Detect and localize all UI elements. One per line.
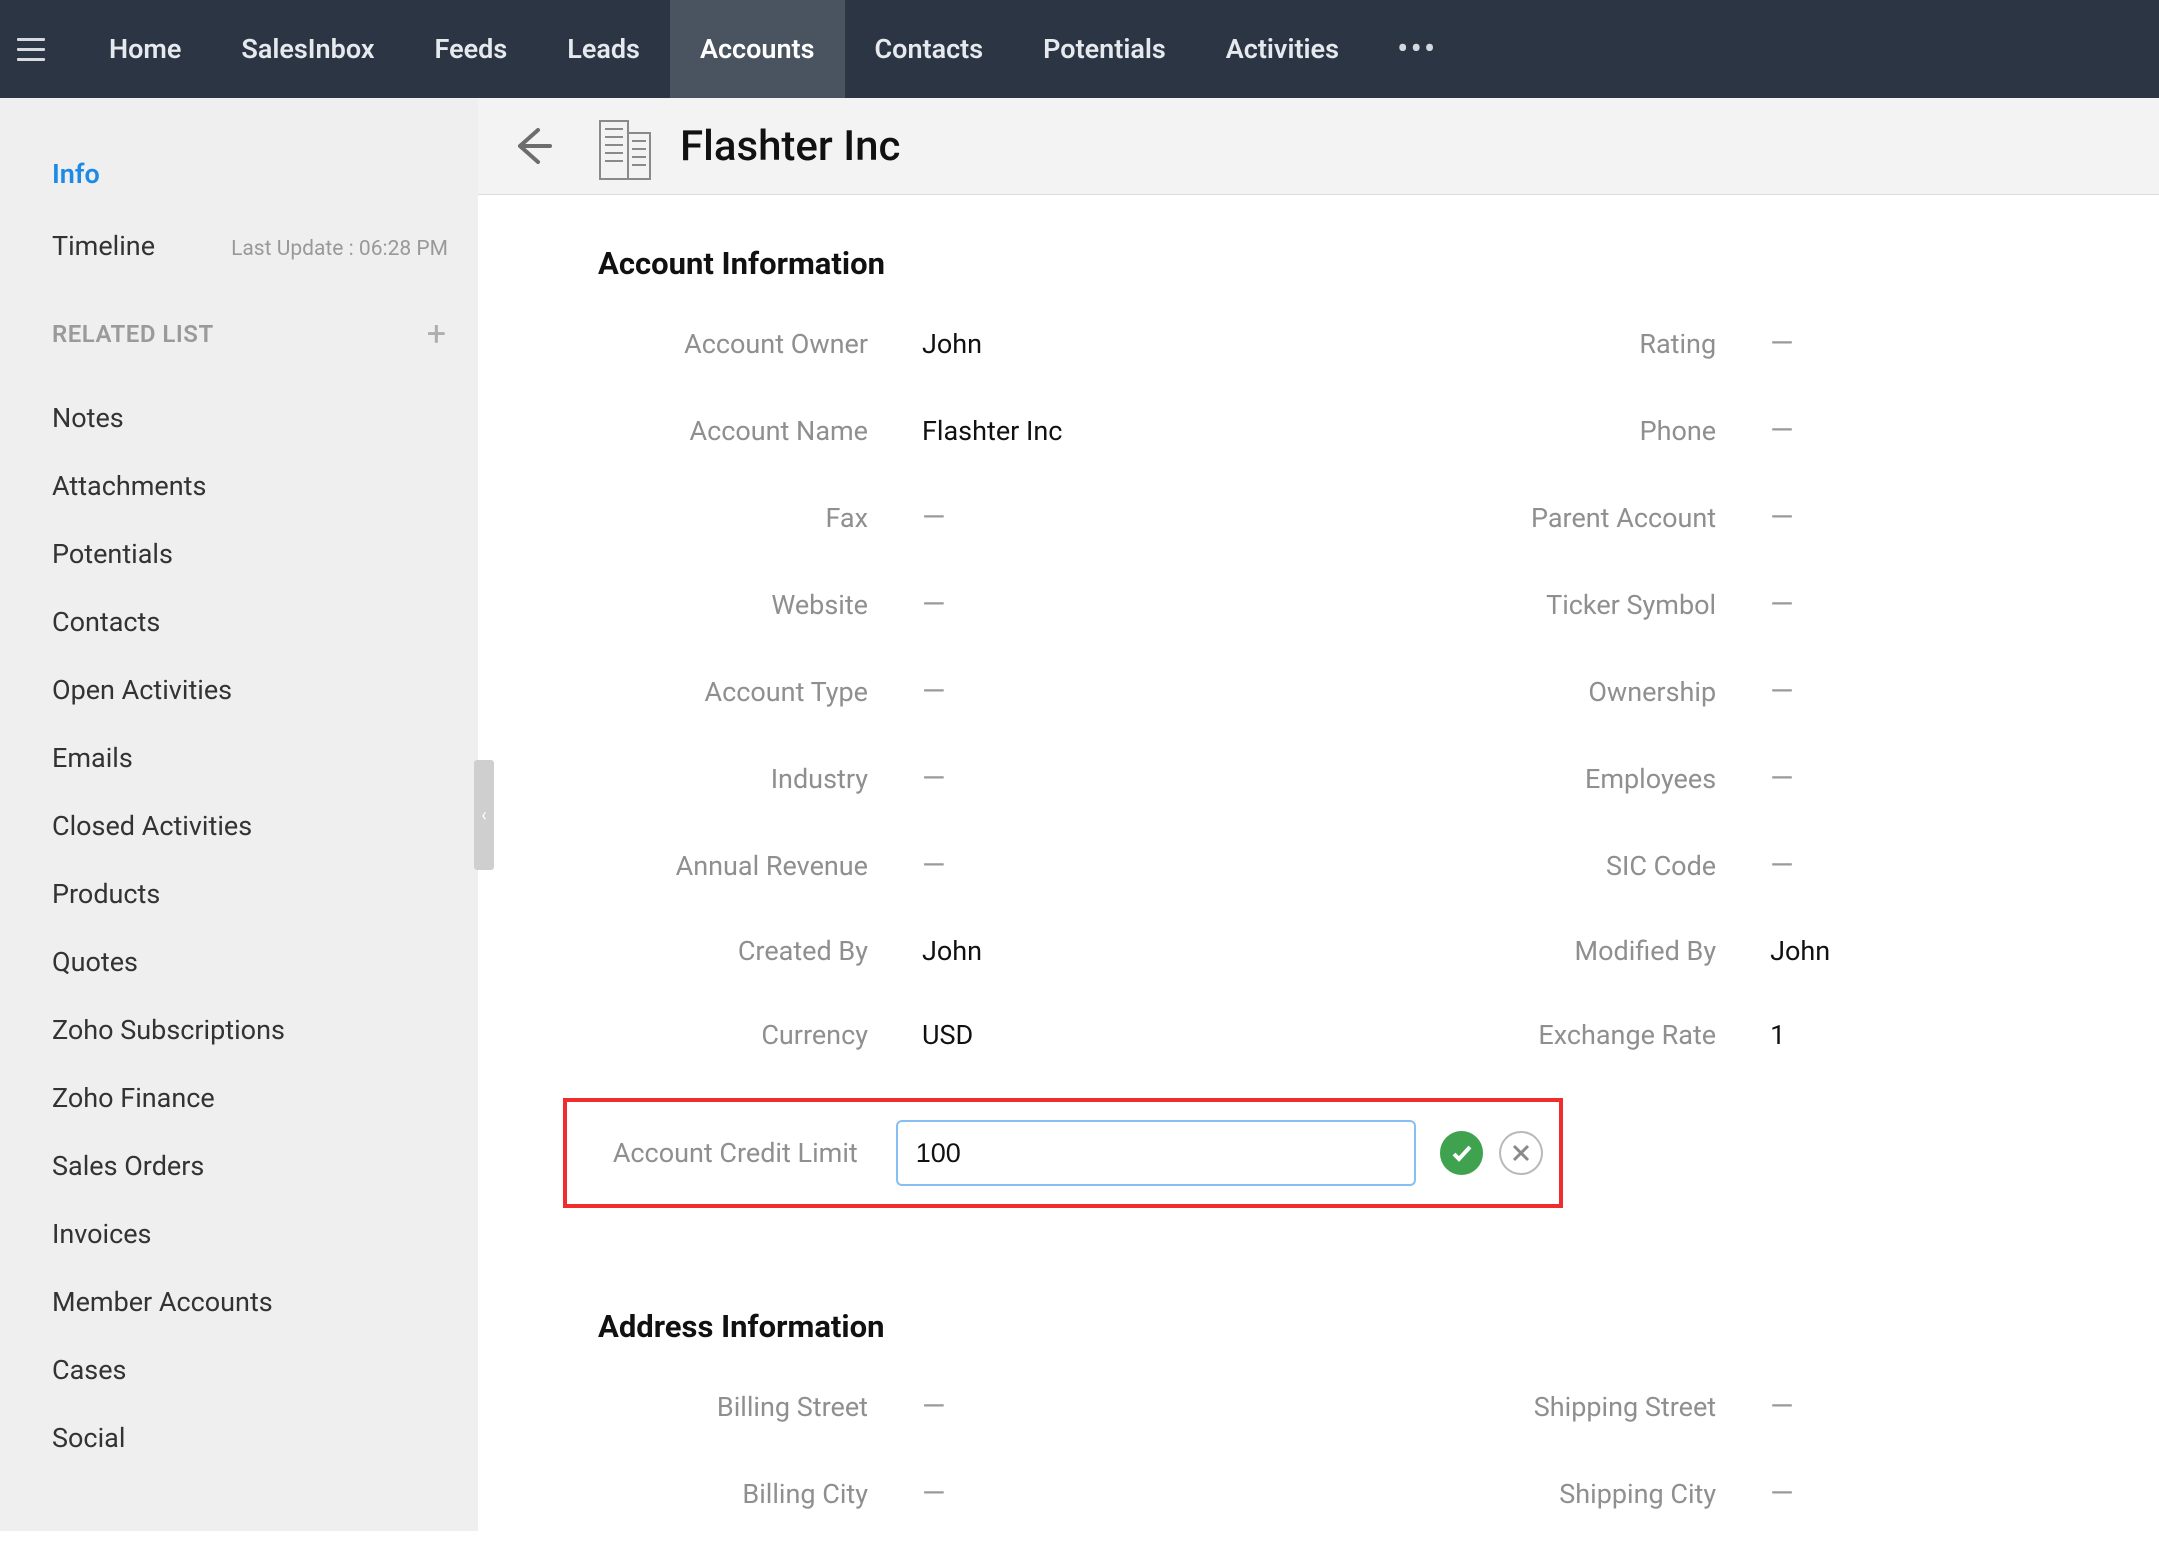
back-arrow-icon[interactable] [510,124,554,168]
detail-panel: Account Information Account Owner John R… [478,195,2159,1531]
sidebar-item-contacts[interactable]: Contacts [52,588,458,656]
label-shipping-city: Shipping City [1376,1478,1716,1510]
value-sic-code[interactable]: — [1770,848,1793,883]
sidebar-item-zoho-subscriptions[interactable]: Zoho Subscriptions [52,996,458,1064]
label-created-by: Created By [598,935,868,967]
address-info-grid: Billing Street — Shipping Street — Billi… [598,1389,2039,1563]
value-account-owner[interactable]: John [922,328,982,360]
sidebar-item-open-activities[interactable]: Open Activities [52,656,458,724]
label-shipping-street: Shipping Street [1376,1391,1716,1423]
related-list-header: RELATED LIST [52,320,214,348]
label-rating: Rating [1376,328,1716,360]
value-shipping-street[interactable]: — [1770,1389,1793,1424]
value-shipping-city[interactable]: — [1770,1476,1793,1511]
label-employees: Employees [1376,763,1716,795]
nav-contacts[interactable]: Contacts [845,0,1014,98]
label-sic-code: SIC Code [1376,850,1716,882]
value-employees[interactable]: — [1770,761,1793,796]
sidebar-item-attachments[interactable]: Attachments [52,452,458,520]
label-account-name: Account Name [598,415,868,447]
confirm-edit-button[interactable] [1440,1131,1483,1175]
label-annual-revenue: Annual Revenue [598,850,868,882]
label-parent-account: Parent Account [1376,502,1716,534]
sidebar-item-member-accounts[interactable]: Member Accounts [52,1268,458,1336]
label-exchange-rate: Exchange Rate [1376,1019,1716,1051]
nav-feeds[interactable]: Feeds [405,0,538,98]
label-billing-city: Billing City [598,1478,868,1510]
label-ticker-symbol: Ticker Symbol [1376,589,1716,621]
nav-home[interactable]: Home [79,0,211,98]
nav-more-icon[interactable]: ••• [1369,0,1465,98]
value-industry[interactable]: — [922,761,945,796]
sidebar-item-quotes[interactable]: Quotes [52,928,458,996]
value-account-type[interactable]: — [922,674,945,709]
value-annual-revenue[interactable]: — [922,848,945,883]
nav-accounts[interactable]: Accounts [670,0,845,98]
sidebar-item-invoices[interactable]: Invoices [52,1200,458,1268]
nav-salesinbox[interactable]: SalesInbox [211,0,404,98]
sidebar-item-cases[interactable]: Cases [52,1336,458,1404]
credit-limit-edit-row: Account Credit Limit [563,1098,1563,1208]
label-fax: Fax [598,502,868,534]
value-phone[interactable]: — [1770,413,1793,448]
sidebar-item-sales-orders[interactable]: Sales Orders [52,1132,458,1200]
sidebar-item-zoho-finance[interactable]: Zoho Finance [52,1064,458,1132]
nav-activities[interactable]: Activities [1196,0,1369,98]
label-currency: Currency [598,1019,868,1051]
label-website: Website [598,589,868,621]
section-title-address-info: Address Information [598,1308,2039,1345]
sidebar-item-notes[interactable]: Notes [52,384,458,452]
cancel-edit-button[interactable] [1499,1131,1543,1175]
sidebar-collapse-handle[interactable]: ‹ [474,760,494,870]
sidebar-item-products[interactable]: Products [52,860,458,928]
page-title: Flashter Inc [680,122,900,171]
label-modified-by: Modified By [1376,935,1716,967]
label-account-owner: Account Owner [598,328,868,360]
label-account-type: Account Type [598,676,868,708]
value-created-by[interactable]: John [922,935,982,967]
account-info-grid: Account Owner John Rating — Account Name… [598,326,2039,1103]
value-exchange-rate[interactable]: 1 [1770,1019,1785,1051]
sidebar-tab-info[interactable]: Info [52,158,458,190]
value-account-name[interactable]: Flashter Inc [922,415,1062,447]
label-account-credit-limit: Account Credit Limit [583,1137,858,1169]
top-nav: Home SalesInbox Feeds Leads Accounts Con… [0,0,2159,98]
sidebar-item-social[interactable]: Social [52,1404,458,1472]
hamburger-menu-icon[interactable] [17,33,49,65]
value-billing-street[interactable]: — [922,1389,945,1424]
value-rating[interactable]: — [1770,326,1793,361]
nav-potentials[interactable]: Potentials [1013,0,1196,98]
label-phone: Phone [1376,415,1716,447]
value-fax[interactable]: — [922,500,945,535]
label-ownership: Ownership [1376,676,1716,708]
value-billing-city[interactable]: — [922,1476,945,1511]
section-title-account-info: Account Information [598,245,2039,282]
value-website[interactable]: — [922,587,945,622]
account-credit-limit-input[interactable] [896,1120,1416,1186]
sidebar-item-potentials[interactable]: Potentials [52,520,458,588]
value-modified-by[interactable]: John [1770,935,1830,967]
value-parent-account[interactable]: — [1770,500,1793,535]
add-related-list-icon[interactable]: + [427,314,446,354]
account-building-icon [596,111,654,181]
value-ticker-symbol[interactable]: — [1770,587,1793,622]
label-billing-street: Billing Street [598,1391,868,1423]
sidebar-item-closed-activities[interactable]: Closed Activities [52,792,458,860]
value-ownership[interactable]: — [1770,674,1793,709]
value-currency[interactable]: USD [922,1019,973,1051]
label-industry: Industry [598,763,868,795]
left-sidebar: Info Timeline Last Update : 06:28 PM REL… [0,98,478,1531]
nav-leads[interactable]: Leads [537,0,670,98]
sidebar-item-emails[interactable]: Emails [52,724,458,792]
sidebar-tab-timeline[interactable]: Timeline [52,230,155,262]
sidebar-last-update: Last Update : 06:28 PM [231,237,448,261]
